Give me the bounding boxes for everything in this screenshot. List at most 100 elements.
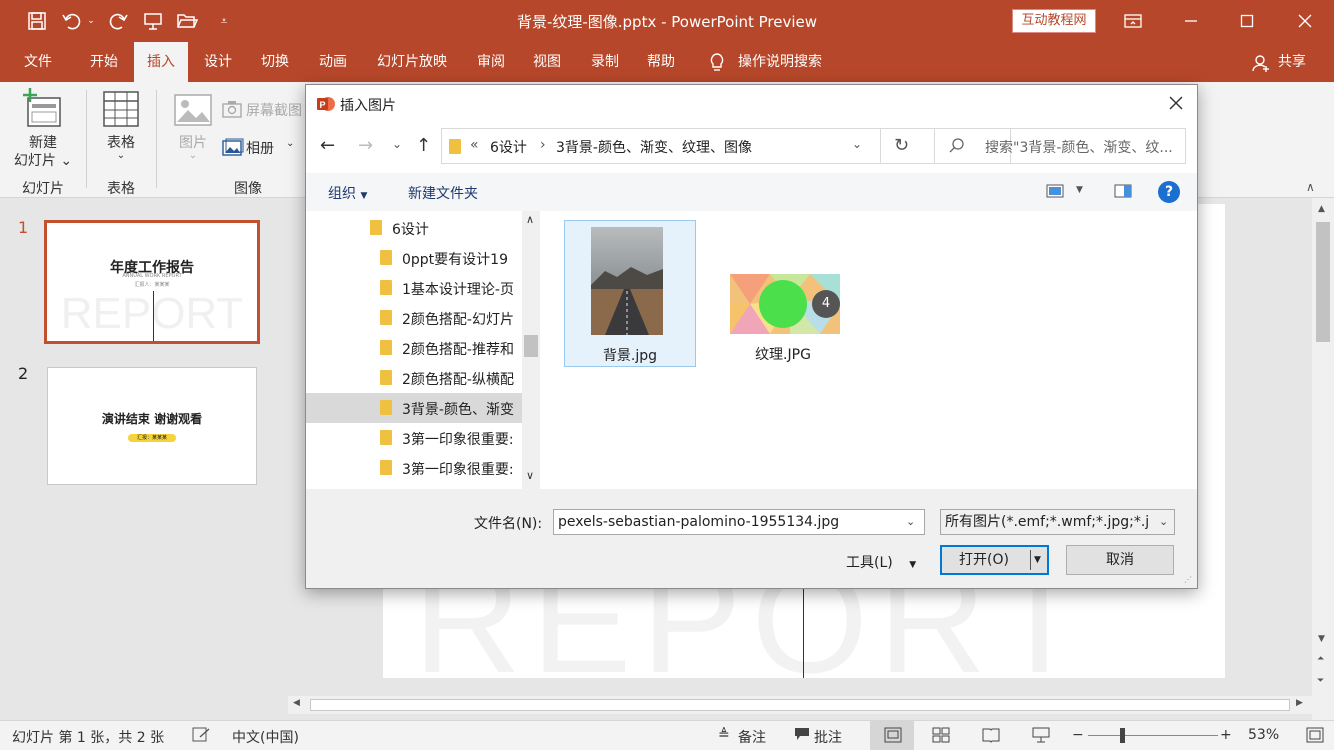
album-icon[interactable] [222,138,244,160]
breadcrumb-chevron-icon[interactable]: › [540,137,546,153]
help-icon[interactable]: ? [1158,181,1180,203]
open-button[interactable]: 打开(O) ▼ [940,545,1049,575]
tell-me-search[interactable]: 操作说明搜索 [738,42,838,82]
open-dropdown-icon[interactable]: ▼ [1034,547,1041,573]
notes-button[interactable]: 备注 [738,727,766,747]
share-user-icon[interactable] [1252,54,1270,76]
tab-animations[interactable]: 动画 [306,42,360,82]
vertical-scroll-thumb[interactable] [1316,222,1330,342]
vertical-scrollbar[interactable]: ▲ ▼ ⏶ ⏷ [1312,198,1334,720]
tree-item-selected[interactable]: 3背景-颜色、渐变 [306,393,522,423]
file-item-selected[interactable]: 背景.jpg [564,220,696,367]
picture-icon[interactable] [174,94,212,130]
tree-item[interactable]: 3第一印象很重要: [306,453,522,483]
share-button[interactable]: 共享 [1272,42,1312,82]
tree-scroll-thumb[interactable] [524,335,538,357]
picture-button[interactable]: 图片 [166,132,220,152]
table-button[interactable]: 表格 [90,132,152,152]
filename-dropdown-icon[interactable]: ⌄ [906,510,915,534]
language-status[interactable]: 中文(中国) [232,727,299,747]
undo-icon[interactable] [58,8,84,34]
tree-item[interactable]: 6设计 [306,213,522,243]
filetype-dropdown-icon[interactable]: ⌄ [1157,510,1169,534]
new-folder-button[interactable]: 新建文件夹 [408,183,478,203]
album-dropdown-icon[interactable]: ⌄ [286,138,294,149]
preview-pane-icon[interactable] [1114,184,1132,202]
address-bar[interactable]: « 6设计 › 3背景-颜色、渐变、纹理、图像 ⌄ ↻ [441,128,1011,164]
album-button[interactable]: 相册 [246,138,274,158]
tab-help[interactable]: 帮助 [634,42,688,82]
tree-scroll-up-icon[interactable]: ∧ [526,213,534,226]
scroll-right-icon[interactable]: ▶ [1296,698,1303,708]
tree-scrollbar[interactable]: ∧ ∨ [522,211,540,489]
tab-record[interactable]: 录制 [578,42,632,82]
zoom-out-icon[interactable]: − [1072,727,1084,743]
open-folder-icon[interactable] [174,8,200,34]
new-slide-icon[interactable] [22,88,64,134]
tree-item[interactable]: 2颜色搭配-幻灯片 [306,303,522,333]
breadcrumb-overflow[interactable]: « [470,137,479,153]
present-icon[interactable] [140,8,166,34]
tree-item[interactable]: 0ppt要有设计19 [306,243,522,273]
organize-button[interactable]: 组织 ▼ [328,183,367,203]
tab-slideshow[interactable]: 幻灯片放映 [366,42,458,82]
horizontal-scroll-thumb[interactable] [310,699,1290,711]
breadcrumb-item[interactable]: 3背景-颜色、渐变、纹理、图像 [556,137,752,157]
zoom-slider-track[interactable] [1088,735,1218,736]
scroll-left-icon[interactable]: ◀ [293,698,300,708]
collapse-ribbon-icon[interactable]: ∧ [1306,180,1315,194]
breadcrumb-item[interactable]: 6设计 [490,137,527,157]
view-dropdown-icon[interactable]: ▼ [1076,185,1083,195]
ribbon-display-icon[interactable] [1110,0,1156,42]
slide-thumbnail-2[interactable]: 演讲结束 谢谢观看 汇报：某某某 [47,367,257,485]
picture-dropdown-icon[interactable]: ⌄ [166,150,220,161]
new-slide-line2[interactable]: 幻灯片 ⌄ [8,150,78,170]
tree-item[interactable]: 3第一印象很重要: [306,423,522,453]
tab-transitions[interactable]: 切换 [248,42,302,82]
zoom-in-icon[interactable]: + [1220,727,1232,743]
horizontal-scrollbar[interactable]: ◀ ▶ [288,696,1312,714]
slide-sorter-icon[interactable] [932,727,950,747]
reading-view-icon[interactable] [982,727,1000,747]
tree-scroll-down-icon[interactable]: ∨ [526,469,534,482]
fit-slide-icon[interactable] [1306,727,1324,747]
customize-toolbar-icon[interactable]: ⩡ [214,8,234,34]
change-view-icon[interactable] [1046,184,1064,202]
slideshow-view-icon[interactable] [1032,727,1050,747]
close-window-icon[interactable] [1282,0,1328,42]
undo-dropdown-icon[interactable]: ⌄ [84,8,98,34]
forward-arrow-icon[interactable]: → [358,135,373,156]
maximize-icon[interactable] [1224,0,1270,42]
back-arrow-icon[interactable]: ← [320,135,335,156]
tab-insert[interactable]: 插入 [134,42,188,82]
dialog-close-icon[interactable] [1168,95,1184,115]
tree-item[interactable]: 1基本设计理论-页 [306,273,522,303]
tools-button[interactable]: 工具(L) ▼ [846,552,916,572]
accessibility-icon[interactable] [192,727,210,747]
tab-design[interactable]: 设计 [192,42,244,82]
tab-home[interactable]: 开始 [76,42,132,82]
redo-icon[interactable] [106,8,132,34]
minimize-icon[interactable] [1168,0,1214,42]
filename-input[interactable]: pexels-sebastian-palomino-1955134.jpg ⌄ [553,509,925,535]
normal-view-icon[interactable] [884,727,902,747]
address-dropdown-icon[interactable]: ⌄ [852,137,862,151]
recent-locations-icon[interactable]: ⌄ [392,137,402,151]
notes-icon[interactable]: ≜ [718,727,730,743]
comments-button[interactable]: 批注 [814,727,842,747]
screenshot-button[interactable]: 屏幕截图 [246,100,302,120]
table-icon[interactable] [102,90,140,132]
comments-icon[interactable] [794,727,810,745]
new-slide-line1[interactable]: 新建 [8,132,78,152]
tab-file[interactable]: 文件 [10,42,66,82]
file-item[interactable]: 4 纹理.JPG [718,220,850,367]
screenshot-icon[interactable] [222,100,242,122]
save-icon[interactable] [24,8,50,34]
scroll-up-icon[interactable]: ▲ [1318,204,1325,214]
refresh-icon[interactable]: ↻ [894,135,909,156]
prev-slide-icon[interactable]: ⏶ [1317,654,1324,664]
zoom-slider-thumb[interactable] [1120,728,1125,743]
tree-item[interactable]: 2颜色搭配-推荐和 [306,333,522,363]
filetype-select[interactable]: 所有图片(*.emf;*.wmf;*.jpg;*.j ⌄ [940,509,1175,535]
tab-view[interactable]: 视图 [520,42,574,82]
